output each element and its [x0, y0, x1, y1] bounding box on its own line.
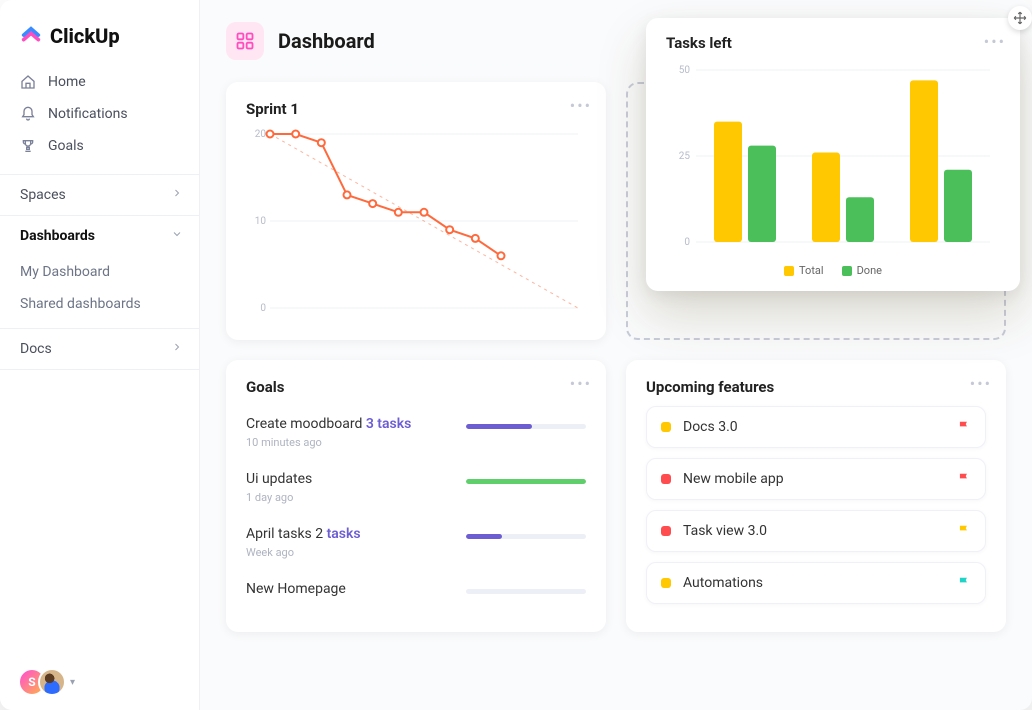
- nav-label: Goals: [48, 138, 84, 154]
- subitem-shared-dashboards[interactable]: Shared dashboards: [20, 288, 199, 320]
- sprint-burndown-chart: 0 10 20: [246, 128, 586, 318]
- goal-row[interactable]: Ui updates 1 day ago: [246, 461, 586, 516]
- tasks-left-card[interactable]: Tasks left ••• 0 25 50 Total Done: [646, 18, 1020, 291]
- brand-name: ClickUp: [50, 24, 120, 48]
- tasks-legend: Total Done: [666, 264, 1000, 277]
- chevron-down-icon: [171, 228, 183, 244]
- feature-item[interactable]: Docs 3.0: [646, 406, 986, 448]
- nav-label: Notifications: [48, 106, 128, 122]
- nav-goals[interactable]: Goals: [0, 130, 199, 162]
- card-more-button[interactable]: •••: [984, 32, 1006, 51]
- sprint-title: Sprint 1: [246, 100, 586, 118]
- home-icon: [20, 74, 36, 90]
- goal-meta: Week ago: [246, 546, 454, 559]
- svg-text:25: 25: [679, 151, 691, 162]
- section-label: Docs: [20, 341, 52, 357]
- card-more-button[interactable]: •••: [570, 374, 592, 393]
- status-dot: [661, 526, 671, 536]
- goal-meta: 1 day ago: [246, 491, 454, 504]
- svg-text:20: 20: [255, 129, 267, 140]
- flag-icon: [957, 576, 971, 590]
- features-card: Upcoming features ••• Docs 3.0 New mobile…: [626, 360, 1006, 632]
- goal-title: Ui updates: [246, 471, 454, 487]
- nav-label: Home: [48, 74, 86, 90]
- goal-progress: [466, 589, 586, 594]
- clickup-logo-icon: [20, 25, 42, 47]
- features-title: Upcoming features: [646, 378, 986, 396]
- nav-notifications[interactable]: Notifications: [0, 98, 199, 130]
- feature-item[interactable]: New mobile app: [646, 458, 986, 500]
- goal-row[interactable]: Create moodboard 3 tasks 10 minutes ago: [246, 406, 586, 461]
- user-avatars[interactable]: S ▾: [18, 668, 75, 696]
- goal-meta: 10 minutes ago: [246, 436, 454, 449]
- nav-list: Home Notifications Goals: [0, 66, 199, 174]
- goals-title: Goals: [246, 378, 586, 396]
- goals-card: Goals ••• Create moodboard 3 tasks 10 min…: [226, 360, 606, 632]
- avatar-photo[interactable]: [38, 668, 66, 696]
- goal-row[interactable]: New Homepage: [246, 571, 586, 609]
- brand: ClickUp: [0, 0, 199, 66]
- caret-down-icon: ▾: [70, 677, 75, 688]
- bell-icon: [20, 106, 36, 122]
- goal-progress: [466, 424, 586, 429]
- svg-text:0: 0: [684, 237, 690, 248]
- status-dot: [661, 422, 671, 432]
- tasks-left-chart: 0 25 50: [666, 62, 1000, 252]
- goal-title: New Homepage: [246, 581, 454, 597]
- section-label: Spaces: [20, 187, 66, 203]
- chevron-right-icon: [171, 187, 183, 203]
- goal-row[interactable]: April tasks 2 tasks Week ago: [246, 516, 586, 571]
- dashboards-sublist: My Dashboard Shared dashboards: [0, 256, 199, 328]
- nav-home[interactable]: Home: [0, 66, 199, 98]
- flag-icon: [957, 524, 971, 538]
- dashboard-icon: [226, 22, 264, 60]
- section-dashboards[interactable]: Dashboards: [0, 215, 199, 256]
- feature-label: New mobile app: [683, 471, 945, 487]
- status-dot: [661, 474, 671, 484]
- sidebar: ClickUp Home Notifications Goals: [0, 0, 200, 710]
- svg-text:0: 0: [260, 303, 266, 314]
- feature-item[interactable]: Automations: [646, 562, 986, 604]
- goal-progress: [466, 534, 586, 539]
- trophy-icon: [20, 138, 36, 154]
- chevron-right-icon: [171, 341, 183, 357]
- subitem-my-dashboard[interactable]: My Dashboard: [20, 256, 199, 288]
- card-more-button[interactable]: •••: [970, 374, 992, 393]
- feature-label: Task view 3.0: [683, 523, 945, 539]
- goal-progress: [466, 479, 586, 484]
- feature-item[interactable]: Task view 3.0: [646, 510, 986, 552]
- feature-label: Docs 3.0: [683, 419, 945, 435]
- legend-total: Total: [799, 264, 824, 277]
- status-dot: [661, 578, 671, 588]
- sprint-card: Sprint 1 ••• 0 10 20: [226, 82, 606, 340]
- feature-label: Automations: [683, 575, 945, 591]
- svg-text:50: 50: [679, 65, 691, 76]
- goal-title: Create moodboard 3 tasks: [246, 416, 454, 432]
- legend-done: Done: [857, 264, 882, 277]
- move-handle-icon[interactable]: [1008, 6, 1032, 30]
- page-title: Dashboard: [278, 29, 375, 53]
- card-more-button[interactable]: •••: [570, 96, 592, 115]
- section-spaces[interactable]: Spaces: [0, 174, 199, 215]
- section-docs[interactable]: Docs: [0, 328, 199, 370]
- section-label: Dashboards: [20, 228, 95, 244]
- svg-text:10: 10: [255, 216, 267, 227]
- flag-icon: [957, 472, 971, 486]
- flag-icon: [957, 420, 971, 434]
- goal-title: April tasks 2 tasks: [246, 526, 454, 542]
- tasks-title: Tasks left: [666, 34, 1000, 52]
